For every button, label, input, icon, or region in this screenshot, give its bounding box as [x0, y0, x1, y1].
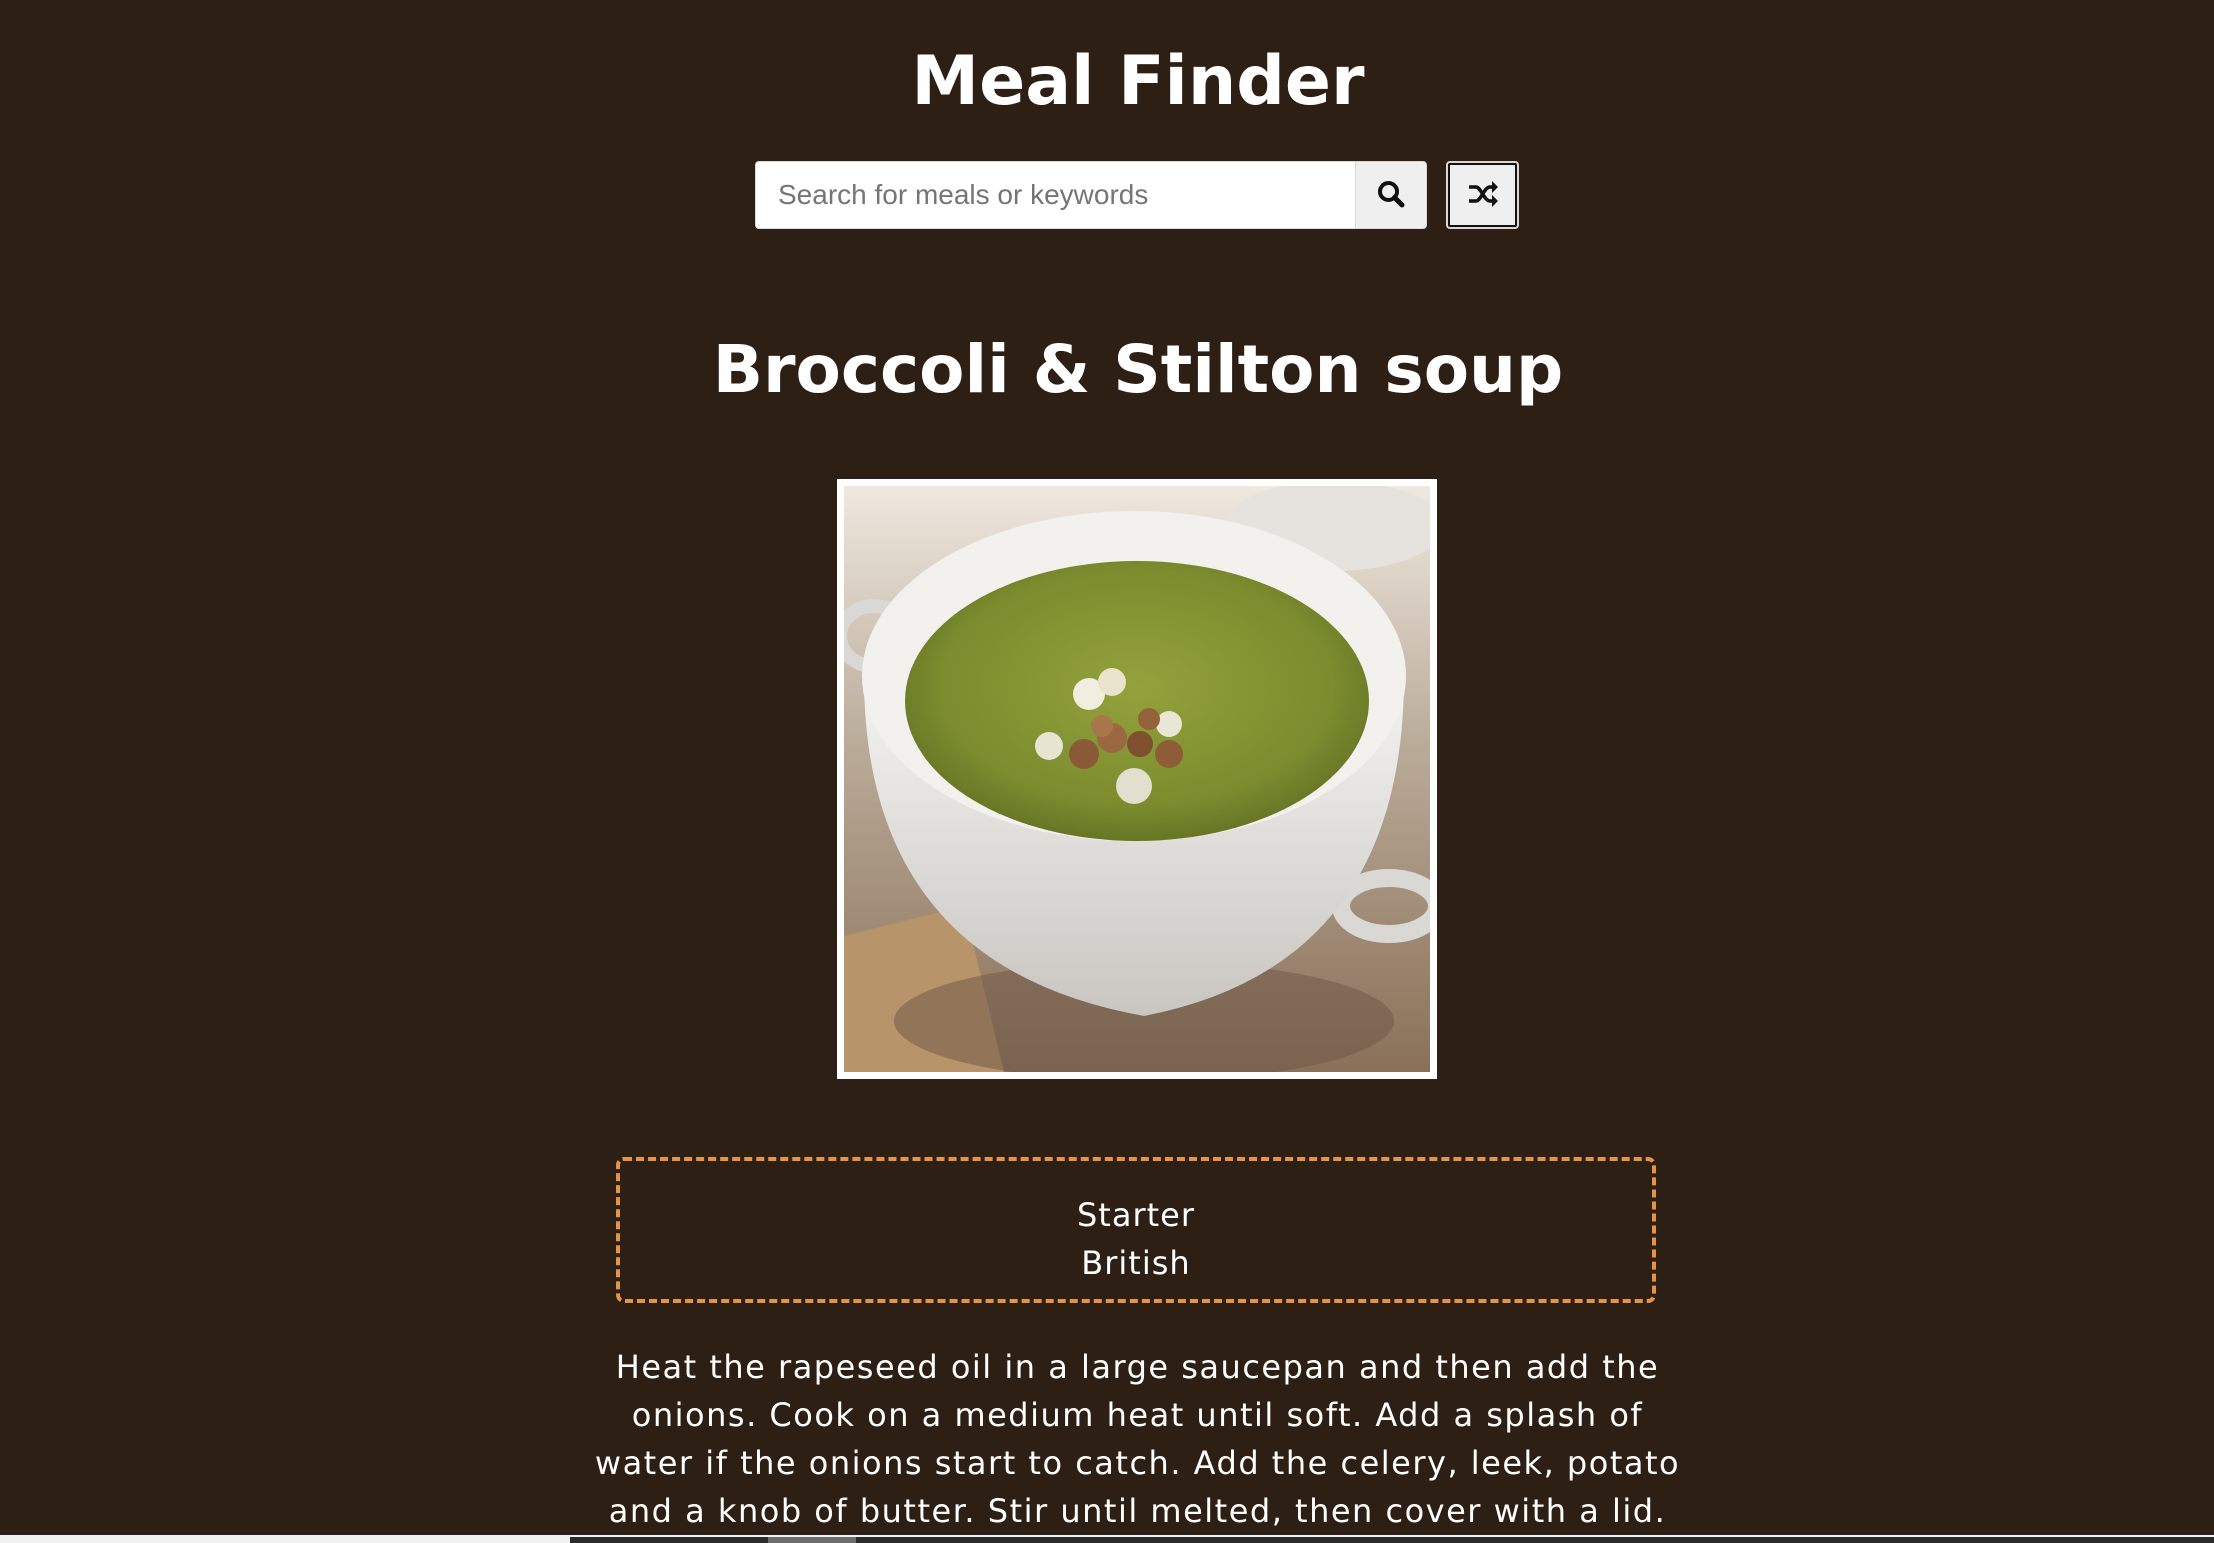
search-form — [755, 161, 1519, 229]
meal-category: Starter — [1076, 1196, 1195, 1234]
meal-title: Broccoli & Stilton soup — [712, 331, 1564, 408]
random-meal-button[interactable] — [1446, 161, 1519, 229]
meal-category-box: Starter British — [616, 1157, 1656, 1303]
search-button[interactable] — [1355, 161, 1427, 229]
meal-finder-page: Meal Finder Broccoli & Stilton soup — [0, 0, 2214, 1543]
meal-area: British — [1081, 1244, 1191, 1282]
scrollbar-grip — [768, 1537, 856, 1543]
meal-image — [837, 479, 1437, 1079]
meal-instructions: Heat the rapeseed oil in a large saucepa… — [594, 1348, 1681, 1543]
shuffle-icon — [1467, 180, 1499, 211]
search-input[interactable] — [755, 161, 1355, 229]
app-title: Meal Finder — [911, 42, 1365, 121]
search-icon — [1376, 179, 1406, 212]
